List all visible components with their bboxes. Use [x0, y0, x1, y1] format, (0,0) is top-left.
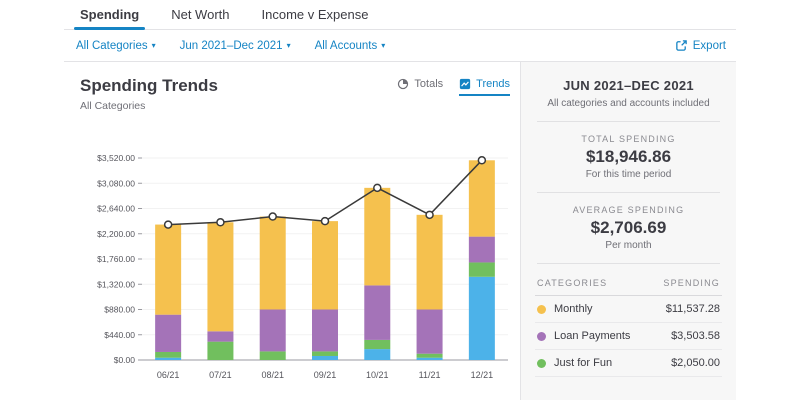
- svg-text:$440.00: $440.00: [104, 330, 135, 340]
- svg-text:$2,640.00: $2,640.00: [97, 204, 135, 214]
- spending-trends-chart[interactable]: $0.00 $440.00 $880.00 $1,320.00 $1,760.00 $2,…: [80, 146, 516, 386]
- average-spending-value: $2,706.69: [590, 218, 667, 237]
- svg-text:$880.00: $880.00: [104, 305, 135, 315]
- tab-spending-label: Spending: [80, 7, 140, 22]
- svg-text:08/21: 08/21: [261, 370, 284, 380]
- date-range-filter-dropdown[interactable]: Jun 2021–Dec 2021 ▾: [180, 40, 291, 52]
- category-color-dot: [537, 304, 546, 314]
- total-spending-caption: For this time period: [585, 169, 672, 180]
- export-label: Export: [692, 39, 726, 52]
- category-name: Loan Payments: [554, 330, 631, 342]
- average-spending-caption: Per month: [605, 240, 652, 251]
- svg-text:11/21: 11/21: [419, 370, 441, 380]
- export-button[interactable]: Export: [675, 39, 726, 52]
- chart-title: Spending Trends: [80, 76, 218, 95]
- category-name: Monthly: [554, 303, 593, 315]
- divider: [537, 263, 720, 264]
- export-icon: [675, 39, 688, 52]
- tab-income-v-expense[interactable]: Income v Expense: [246, 0, 385, 29]
- tab-net-worth-label: Net Worth: [171, 7, 230, 22]
- accounts-filter-dropdown[interactable]: All Accounts ▾: [315, 40, 386, 52]
- totals-view-button[interactable]: Totals: [397, 78, 443, 94]
- sidebar-date-range-title: JUN 2021–DEC 2021: [563, 78, 694, 93]
- average-spending-label: AVERAGE SPENDING: [572, 205, 685, 215]
- summary-sidebar: JUN 2021–DEC 2021 All categories and acc…: [520, 62, 736, 400]
- date-range-filter-label: Jun 2021–Dec 2021: [179, 39, 283, 52]
- category-spending: $3,503.58: [671, 330, 720, 342]
- divider: [537, 192, 720, 193]
- average-spending-stat: AVERAGE SPENDING $2,706.69 Per month: [535, 205, 722, 251]
- category-color-dot: [537, 358, 546, 368]
- category-spending: $11,537.28: [665, 303, 720, 315]
- category-name: Just for Fun: [554, 357, 613, 369]
- tab-income-v-expense-label: Income v Expense: [261, 7, 369, 22]
- category-color-dot: [537, 331, 546, 341]
- total-spending-stat: TOTAL SPENDING $18,946.86 For this time …: [535, 134, 722, 180]
- svg-text:12/21: 12/21: [471, 370, 494, 380]
- accounts-filter-label: All Accounts: [314, 39, 378, 52]
- svg-text:$0.00: $0.00: [114, 355, 136, 365]
- svg-text:09/21: 09/21: [314, 370, 337, 380]
- svg-text:07/21: 07/21: [209, 370, 232, 380]
- chart-view-toggle: Totals Trends: [397, 76, 510, 96]
- svg-text:$1,760.00: $1,760.00: [97, 254, 135, 264]
- chevron-down-icon: ▾: [151, 40, 156, 50]
- category-spending: $2,050.00: [671, 357, 720, 369]
- filter-bar: All Categories ▾ Jun 2021–Dec 2021 ▾ All…: [64, 30, 736, 62]
- chevron-down-icon: ▾: [286, 40, 291, 50]
- tab-spending[interactable]: Spending: [64, 0, 155, 30]
- chart-subtitle: All Categories: [80, 100, 146, 112]
- svg-text:$1,320.00: $1,320.00: [97, 279, 135, 289]
- category-row[interactable]: Loan Payments $3,503.58: [535, 323, 722, 350]
- categories-table-header: CATEGORIES SPENDING: [535, 276, 722, 296]
- categories-filter-dropdown[interactable]: All Categories ▾: [76, 40, 156, 52]
- report-tabs: Spending Net Worth Income v Expense: [64, 0, 736, 30]
- divider: [537, 121, 720, 122]
- categories-filter-label: All Categories: [76, 39, 148, 52]
- category-row[interactable]: Just for Fun $2,050.00: [535, 350, 722, 377]
- total-spending-value: $18,946.86: [585, 147, 672, 166]
- svg-text:$2,200.00: $2,200.00: [97, 229, 135, 239]
- totals-view-label: Totals: [414, 78, 444, 90]
- category-row[interactable]: Monthly $11,537.28: [535, 296, 722, 323]
- spending-column-label: SPENDING: [663, 278, 720, 288]
- trends-view-label: Trends: [476, 78, 510, 90]
- svg-text:06/21: 06/21: [157, 370, 180, 380]
- svg-text:$3,080.00: $3,080.00: [97, 178, 135, 188]
- svg-text:$3,520.00: $3,520.00: [97, 153, 135, 163]
- total-spending-label: TOTAL SPENDING: [581, 134, 676, 144]
- svg-text:10/21: 10/21: [366, 370, 389, 380]
- categories-table: Monthly $11,537.28 Loan Payments $3,503.58 J…: [535, 296, 722, 377]
- pie-chart-icon: [397, 78, 409, 90]
- chevron-down-icon: ▾: [381, 40, 386, 50]
- trend-chart-icon: [459, 78, 471, 90]
- spending-trends-card: Spending Trends All Categories Totals Tr…: [64, 62, 520, 400]
- categories-column-label: CATEGORIES: [537, 278, 608, 288]
- report-page: Spending Net Worth Income v Expense All …: [64, 0, 736, 400]
- tab-net-worth[interactable]: Net Worth: [155, 0, 245, 29]
- trends-view-button[interactable]: Trends: [459, 78, 510, 96]
- sidebar-subtitle: All categories and accounts included: [547, 98, 710, 109]
